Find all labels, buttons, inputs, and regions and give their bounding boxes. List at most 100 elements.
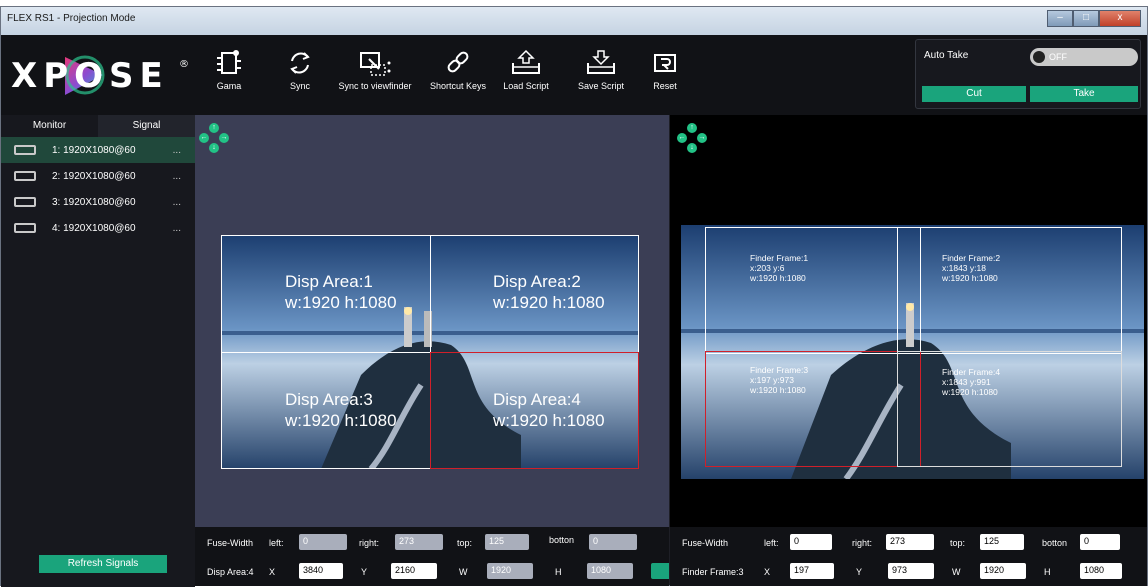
arrow-right-icon[interactable]: →: [219, 133, 229, 143]
arrow-left-icon[interactable]: ←: [677, 133, 687, 143]
area-w-input[interactable]: 1920: [487, 563, 533, 579]
arrow-up-icon[interactable]: ↑: [209, 123, 219, 133]
signal-item[interactable]: 3: 1920X1080@60 ...: [1, 189, 195, 215]
display-canvas: ↑ ← → ↓ Disp Area:1 w:1920 h:1080 Disp A…: [195, 115, 669, 527]
frame-name: Finder Frame:4: [942, 367, 1001, 377]
toggle-state: OFF: [1049, 52, 1067, 62]
sync-viewfinder-tool[interactable]: Sync to viewfinder: [327, 49, 423, 91]
frame-size: w:1920 h:1080: [750, 273, 806, 283]
h-label: H: [1044, 567, 1051, 577]
load-script-tool[interactable]: Load Script: [498, 49, 554, 91]
fuse-left-input[interactable]: 0: [790, 534, 832, 550]
hdmi-port-icon: [14, 145, 36, 155]
apply-button[interactable]: [651, 563, 669, 579]
sync-tool[interactable]: Sync: [284, 49, 316, 91]
bottom-label: botton: [549, 535, 575, 545]
sidebar-tabs: Monitor Signal: [1, 115, 195, 137]
maximize-button[interactable]: □: [1073, 10, 1099, 27]
finder-frame-4[interactable]: [897, 351, 1122, 467]
frame-name: Finder Frame:3: [750, 365, 809, 375]
fuse-right-input[interactable]: 273: [886, 534, 934, 550]
frame-y-input[interactable]: 973: [888, 563, 934, 579]
finder-frame-1[interactable]: [705, 227, 921, 354]
fuse-top-input[interactable]: 125: [980, 534, 1024, 550]
gama-label: Gama: [216, 81, 242, 91]
signal-item[interactable]: 4: 1920X1080@60 ...: [1, 215, 195, 241]
close-button[interactable]: x: [1099, 10, 1141, 27]
arrow-down-icon[interactable]: ↓: [209, 143, 219, 153]
move-arrows: ↑ ← → ↓: [677, 123, 707, 153]
gama-tool[interactable]: Gama: [213, 49, 245, 91]
frame-pos: x:197 y:973: [750, 375, 794, 385]
hdmi-port-icon: [14, 171, 36, 181]
fuse-right-input[interactable]: 273: [395, 534, 443, 550]
tab-signal[interactable]: Signal: [98, 115, 195, 137]
cut-button[interactable]: Cut: [922, 86, 1026, 102]
reset-tool[interactable]: Reset: [649, 49, 681, 91]
fuse-bottom-input[interactable]: 0: [1080, 534, 1120, 550]
w-label: W: [459, 567, 468, 577]
area-x-input[interactable]: 3840: [299, 563, 343, 579]
left-label: left:: [764, 538, 779, 548]
signal-more-button[interactable]: ...: [173, 223, 181, 234]
frame-size: w:1920 h:1080: [942, 273, 998, 283]
save-script-label: Save Script: [577, 81, 625, 91]
signal-more-button[interactable]: ...: [173, 145, 181, 156]
auto-take-toggle[interactable]: OFF: [1030, 48, 1138, 66]
signal-item[interactable]: 2: 1920X1080@60 ...: [1, 163, 195, 189]
signal-more-button[interactable]: ...: [173, 171, 181, 182]
fuse-left-input[interactable]: 0: [299, 534, 347, 550]
sync-label: Sync: [289, 81, 310, 91]
right-label: right:: [852, 538, 873, 548]
area-name: Disp Area:2: [493, 272, 581, 291]
disp-area-1-label: Disp Area:1 w:1920 h:1080: [285, 271, 397, 313]
y-label: Y: [856, 567, 863, 577]
signal-item[interactable]: 1: 1920X1080@60 ...: [1, 137, 195, 163]
finder-frame-4-label: Finder Frame:4 x:1843 y:991 w:1920 h:1080: [942, 367, 1000, 397]
left-label: left:: [269, 538, 284, 548]
finder-frame-2-label: Finder Frame:2 x:1843 y:18 w:1920 h:1080: [942, 253, 1000, 283]
tab-monitor[interactable]: Monitor: [1, 115, 98, 137]
area-name: Disp Area:4: [493, 390, 581, 409]
area-size: w:1920 h:1080: [493, 293, 605, 312]
refresh-signals-button[interactable]: Refresh Signals: [39, 555, 167, 573]
frame-w-input[interactable]: 1920: [980, 563, 1026, 579]
finder-frame-label: Finder Frame:3: [682, 567, 744, 577]
area-y-input[interactable]: 2160: [391, 563, 437, 579]
finder-frame-3[interactable]: [705, 351, 921, 467]
frame-h-input[interactable]: 1080: [1080, 563, 1122, 579]
disp-area-2-label: Disp Area:2 w:1920 h:1080: [493, 271, 605, 313]
area-h-input[interactable]: 1080: [587, 563, 633, 579]
signal-label: 4: 1920X1080@60: [52, 222, 136, 234]
app-window: FLEX RS1 - Projection Mode – □ x XPOSE ®: [0, 6, 1148, 587]
hdmi-port-icon: [14, 223, 36, 233]
link-icon: [447, 51, 469, 73]
sync-viewfinder-icon: [360, 52, 391, 76]
load-script-label: Load Script: [503, 81, 549, 91]
move-arrows: ↑ ← → ↓: [199, 123, 229, 153]
shortcut-keys-tool[interactable]: Shortcut Keys: [425, 49, 491, 91]
logo-mark: ®: [179, 59, 189, 70]
title-bar: FLEX RS1 - Projection Mode – □ x: [1, 7, 1147, 35]
fuse-bottom-input[interactable]: 0: [589, 534, 637, 550]
disp-area-label: Disp Area:4: [207, 567, 254, 577]
fuse-top-input[interactable]: 125: [485, 534, 529, 550]
x-label: X: [764, 567, 771, 577]
finder-frame-2[interactable]: [897, 227, 1122, 354]
save-script-tool[interactable]: Save Script: [573, 49, 629, 91]
frame-x-input[interactable]: 197: [790, 563, 834, 579]
fuse-width-label: Fuse-Width: [207, 538, 254, 548]
display-properties-bar: Fuse-Width left: 0 right: 273 top: 125 b…: [195, 527, 669, 586]
minimize-button[interactable]: –: [1047, 10, 1073, 27]
arrow-left-icon[interactable]: ←: [199, 133, 209, 143]
arrow-up-icon[interactable]: ↑: [687, 123, 697, 133]
gamma-chip-icon: [217, 50, 241, 74]
frame-size: w:1920 h:1080: [942, 387, 998, 397]
arrow-right-icon[interactable]: →: [697, 133, 707, 143]
reset-icon: [654, 54, 676, 72]
take-button[interactable]: Take: [1030, 86, 1138, 102]
area-name: Disp Area:3: [285, 390, 373, 409]
sync-icon: [290, 52, 310, 74]
arrow-down-icon[interactable]: ↓: [687, 143, 697, 153]
signal-more-button[interactable]: ...: [173, 197, 181, 208]
